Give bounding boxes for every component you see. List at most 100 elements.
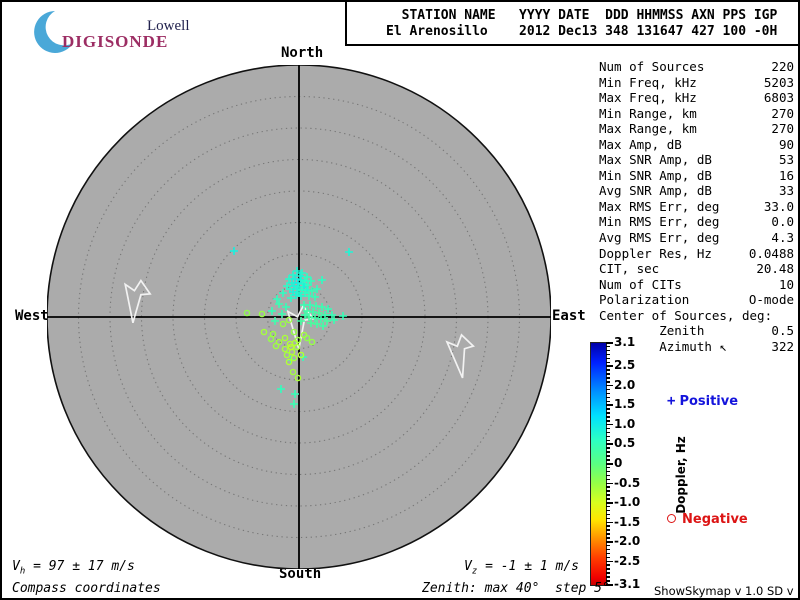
colorbar-minor-tick	[606, 397, 610, 399]
colorbar-major-tick	[606, 561, 613, 563]
stats-label: Min Range, km	[599, 106, 697, 122]
colorbar-tick-label: -2.0	[614, 534, 640, 548]
colorbar-minor-tick	[606, 408, 610, 410]
stats-row: Max Freq, kHz6803	[599, 90, 794, 106]
colorbar-minor-tick	[606, 455, 610, 457]
stats-panel: Num of Sources 220Min Freq, kHz5203Max Fr…	[599, 59, 794, 354]
colorbar-tick-label: 1.5	[614, 397, 635, 411]
colorbar-minor-tick	[606, 440, 610, 442]
colorbar-minor-tick	[606, 549, 610, 551]
stats-row: Min SNR Amp, dB16	[599, 168, 794, 184]
stats-value: 220	[771, 59, 794, 75]
colorbar-minor-tick	[606, 358, 610, 360]
circle-marker-icon	[667, 514, 676, 523]
showskymap-window: Lowell DIGISONDE STATION NAME YYYY DATE …	[0, 0, 800, 600]
stats-row: Num of Sources 220	[599, 59, 794, 75]
stats-row: Doppler Res, Hz 0.0488	[599, 246, 794, 262]
doppler-colorbar-ticks: 3.12.52.01.51.00.50-0.5-1.0-1.5-2.0-2.5-…	[590, 342, 650, 584]
stats-value: 0.0488	[749, 246, 794, 262]
colorbar-minor-tick	[606, 557, 610, 559]
stats-label: Num of CITs	[599, 277, 682, 293]
legend-positive: +Positive	[667, 393, 738, 409]
colorbar-major-tick	[606, 443, 613, 445]
colorbar-minor-tick	[606, 510, 610, 512]
colorbar-major-tick	[606, 385, 613, 387]
legend-negative: Negative	[667, 512, 748, 527]
stats-row: Min Range, km 270	[599, 106, 794, 122]
stats-label: Center of Sources, deg:	[599, 308, 772, 324]
colorbar-major-tick	[606, 365, 613, 367]
stats-value: 270	[771, 106, 794, 122]
stats-row: PolarizationO-mode	[599, 292, 794, 308]
stats-label: Max Freq, kHz	[599, 90, 697, 106]
colorbar-minor-tick	[606, 514, 610, 516]
colorbar-minor-tick	[606, 447, 610, 449]
stats-label: Max Amp, dB	[599, 137, 682, 153]
colorbar-major-tick	[606, 541, 613, 543]
stats-row: Num of CITs10	[599, 277, 794, 293]
stats-value: 322	[771, 339, 794, 355]
colorbar-minor-tick	[606, 389, 610, 391]
colorbar-minor-tick	[606, 475, 610, 477]
colorbar-tick-label: 1.0	[614, 417, 635, 431]
stats-row: CIT, sec 20.48	[599, 261, 794, 277]
colorbar-minor-tick	[606, 416, 610, 418]
stats-row: Max Amp, dB90	[599, 137, 794, 153]
colorbar-minor-tick	[606, 451, 610, 453]
colorbar-minor-tick	[606, 459, 610, 461]
stats-value: 0.0	[771, 214, 794, 230]
stats-value: 5203	[764, 75, 794, 91]
colorbar-major-tick	[606, 522, 613, 524]
colorbar-tick-label: 2.5	[614, 358, 635, 372]
stats-row: Center of Sources, deg:	[599, 308, 794, 324]
stats-label: Max Range, km	[599, 121, 697, 137]
colorbar-minor-tick	[606, 525, 610, 527]
stats-value: 270	[771, 121, 794, 137]
station-header-line2: El Arenosillo 2012 Dec13 348 131647 427 …	[386, 24, 777, 39]
stats-label: Doppler Res, Hz	[599, 246, 712, 262]
colorbar-tick-label: -1.0	[614, 495, 640, 509]
colorbar-minor-tick	[606, 369, 610, 371]
stats-value: 20.48	[756, 261, 794, 277]
stats-row: Min Freq, kHz5203	[599, 75, 794, 91]
colorbar-minor-tick	[606, 346, 610, 348]
colorbar-minor-tick	[606, 467, 610, 469]
stats-label: Num of Sources	[599, 59, 704, 75]
stats-label: Avg RMS Err, deg	[599, 230, 719, 246]
colorbar-minor-tick	[606, 377, 610, 379]
colorbar-tick-label: -3.1	[614, 577, 640, 591]
colorbar-minor-tick	[606, 420, 610, 422]
vh-readout: Vh = 97 ± 17 m/s	[12, 559, 135, 577]
colorbar-major-tick	[606, 424, 613, 426]
colorbar-minor-tick	[606, 428, 610, 430]
colorbar-minor-tick	[606, 568, 610, 570]
colorbar-minor-tick	[606, 401, 610, 403]
colorbar-minor-tick	[606, 533, 610, 535]
colorbar-tick-label: 3.1	[614, 335, 635, 349]
colorbar-minor-tick	[606, 494, 610, 496]
stats-row: Avg RMS Err, deg4.3	[599, 230, 794, 246]
stats-label: Max RMS Err, deg	[599, 199, 719, 215]
colorbar-minor-tick	[606, 564, 610, 566]
colorbar-minor-tick	[606, 545, 610, 547]
stats-label: Min RMS Err, deg	[599, 214, 719, 230]
legend-positive-label: Positive	[679, 394, 738, 409]
colorbar-minor-tick	[606, 436, 610, 438]
colorbar-tick-label: 0	[614, 456, 622, 470]
colorbar-minor-tick	[606, 381, 610, 383]
legend-negative-label: Negative	[682, 512, 748, 527]
stats-label: Polarization	[599, 292, 689, 308]
stats-value: 0.5	[771, 323, 794, 339]
stats-value: 33.0	[764, 199, 794, 215]
colorbar-minor-tick	[606, 490, 610, 492]
stats-label: Min SNR Amp, dB	[599, 168, 712, 184]
compass-label-east: East	[552, 308, 586, 324]
colorbar-major-tick	[606, 502, 613, 504]
colorbar-minor-tick	[606, 479, 610, 481]
coordinates-mode-label: Compass coordinates	[12, 581, 161, 596]
vz-readout: Vz = -1 ± 1 m/s	[464, 559, 579, 577]
colorbar-minor-tick	[606, 498, 610, 500]
stats-label: CIT, sec	[599, 261, 659, 277]
colorbar-major-tick	[606, 463, 613, 465]
stats-row: Avg SNR Amp, dB33	[599, 183, 794, 199]
